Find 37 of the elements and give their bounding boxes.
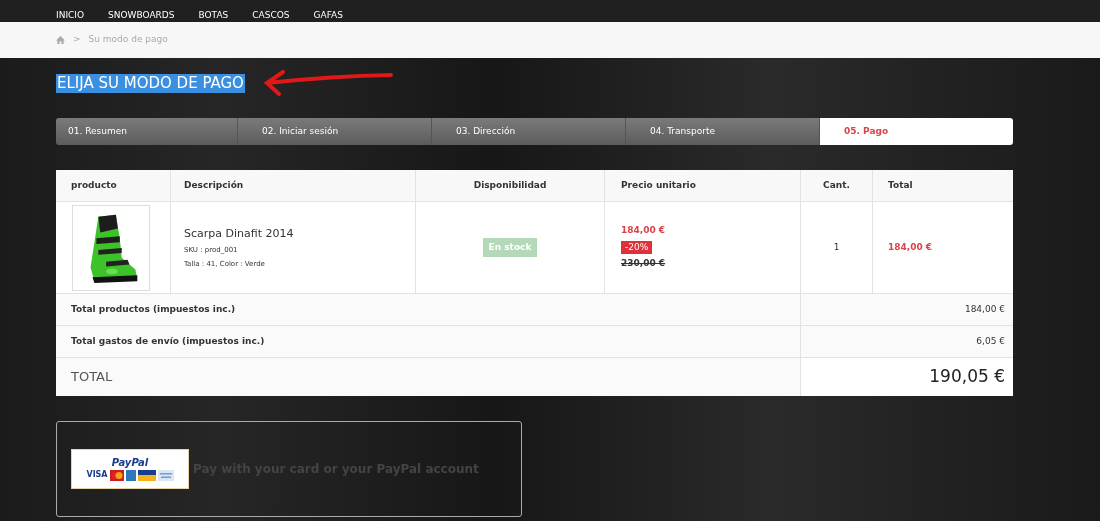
total-label: Total gastos de envío (impuestos inc.) xyxy=(71,334,265,348)
checkout-step[interactable]: 04. Transporte xyxy=(626,118,820,145)
column-header: Descripción xyxy=(170,170,415,201)
breadcrumb-separator: > xyxy=(73,33,81,47)
total-value: 6,05 € xyxy=(976,334,1005,348)
discount-badge: -20% xyxy=(621,240,653,255)
checkout-step[interactable]: 02. Iniciar sesión xyxy=(238,118,432,145)
checkout-step[interactable]: 03. Dirección xyxy=(432,118,626,145)
stock-badge: En stock xyxy=(482,237,538,258)
checkout-step[interactable]: 01. Resumen xyxy=(56,118,238,145)
grand-total-value: 190,05 € xyxy=(929,365,1005,389)
column-header: Disponibilidad xyxy=(415,170,604,201)
column-header: producto xyxy=(70,178,118,192)
old-price: 230,00 € xyxy=(621,257,666,271)
product-name[interactable]: Scarpa Dinafit 2014 xyxy=(184,225,415,243)
row-total: 184,00 € xyxy=(888,240,933,254)
total-value: 184,00 € xyxy=(964,302,1005,316)
quantity: 1 xyxy=(833,240,840,254)
home-icon[interactable] xyxy=(56,36,65,44)
nav-link[interactable]: CASCOS xyxy=(252,11,290,20)
total-label: Total productos (impuestos inc.) xyxy=(71,302,236,316)
column-header: Cant. xyxy=(800,170,872,201)
page-title: ELIJA SU MODO DE PAGO xyxy=(56,73,245,93)
unit-price: 184,00 € xyxy=(621,224,666,238)
nav-link[interactable]: BOTAS xyxy=(198,11,229,20)
nav-link[interactable]: INICIO xyxy=(56,11,85,20)
nav-link[interactable]: SNOWBOARDS xyxy=(108,11,175,20)
breadcrumb-current: Su modo de pago xyxy=(88,33,168,47)
card-logos-icon xyxy=(109,469,156,481)
logo-card-label: VISA xyxy=(86,471,108,479)
nav-link[interactable]: GAFAS xyxy=(313,11,343,20)
column-header: Total xyxy=(872,170,1013,201)
grand-total-label: TOTAL xyxy=(71,368,113,387)
logo-brand: PayPal xyxy=(111,457,149,468)
bank-account-icon xyxy=(157,469,174,481)
checkout-step[interactable]: 05. Pago xyxy=(820,118,1013,145)
column-header: Precio unitario xyxy=(604,170,800,201)
